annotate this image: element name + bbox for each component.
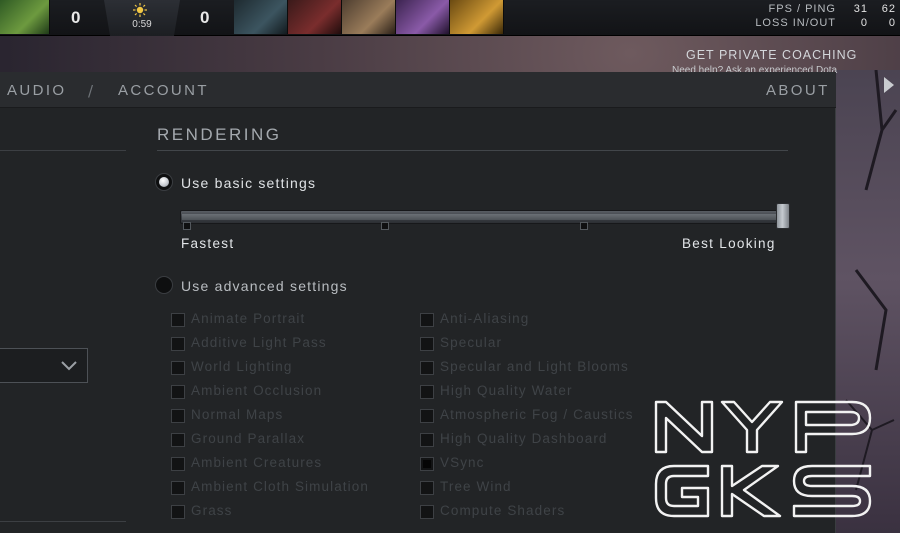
option-checkbox[interactable] xyxy=(171,481,185,495)
option-checkbox[interactable] xyxy=(171,457,185,471)
daytime-sun-icon xyxy=(133,3,147,17)
top-hud: 0 0:59 0 FPS / PING 31 62 LOSS IN/OUT 0 … xyxy=(0,0,900,36)
dire-hero-portrait-4[interactable] xyxy=(396,0,450,34)
option-checkbox[interactable] xyxy=(420,481,434,495)
option-label: Grass xyxy=(191,503,233,518)
option-checkbox[interactable] xyxy=(171,313,185,327)
network-stats: FPS / PING 31 62 LOSS IN/OUT 0 0 xyxy=(740,3,900,33)
tab-account[interactable]: ACCOUNT xyxy=(118,82,209,99)
rendering-section-title: RENDERING xyxy=(157,125,282,144)
option-checkbox[interactable] xyxy=(171,409,185,423)
option-label: Specular xyxy=(440,335,503,350)
option-checkbox[interactable] xyxy=(420,505,434,519)
option-label: Ambient Creatures xyxy=(191,455,323,470)
radiant-score: 0 xyxy=(71,8,81,27)
dire-hero-portrait-5[interactable] xyxy=(450,0,504,34)
dire-hero-portrait-2[interactable] xyxy=(288,0,342,34)
option-checkbox[interactable] xyxy=(420,337,434,351)
tree-branches-decoration xyxy=(845,69,898,491)
tab-about[interactable]: ABOUT xyxy=(766,82,830,99)
game-background-right xyxy=(836,69,900,533)
option-checkbox[interactable] xyxy=(420,313,434,327)
settings-panel: AUDIO / ACCOUNT ABOUT RENDERING Use basi… xyxy=(0,72,836,533)
option-label: Ground Parallax xyxy=(191,431,306,446)
chevron-down-icon xyxy=(61,361,77,371)
advanced-settings-radio[interactable] xyxy=(155,276,173,294)
option-label: Additive Light Pass xyxy=(191,335,327,350)
quality-slider-fill xyxy=(182,214,778,220)
promo-next-arrow-icon[interactable] xyxy=(882,76,896,94)
loss-in-value: 0 xyxy=(860,17,868,29)
option-checkbox[interactable] xyxy=(420,361,434,375)
option-label: High Quality Water xyxy=(440,383,573,398)
option-label: Ambient Occlusion xyxy=(191,383,323,398)
left-column-divider-bottom xyxy=(0,521,126,522)
fps-value: 31 xyxy=(853,3,868,15)
option-label: Specular and Light Blooms xyxy=(440,359,629,374)
option-checkbox[interactable] xyxy=(171,385,185,399)
option-label: Tree Wind xyxy=(440,479,512,494)
option-label: VSync xyxy=(440,455,485,470)
option-checkbox[interactable] xyxy=(171,505,185,519)
option-label: Ambient Cloth Simulation xyxy=(191,479,369,494)
quality-slider-handle[interactable] xyxy=(776,203,790,229)
quality-slider-tick xyxy=(580,222,588,230)
option-label: Compute Shaders xyxy=(440,503,566,518)
coaching-promo-title[interactable]: GET PRIVATE COACHING xyxy=(686,48,857,62)
option-label: Normal Maps xyxy=(191,407,284,422)
rendering-section-rule xyxy=(157,150,788,151)
option-label: World Lighting xyxy=(191,359,293,374)
option-checkbox[interactable] xyxy=(171,337,185,351)
left-column-divider xyxy=(0,150,126,151)
option-checkbox[interactable] xyxy=(420,433,434,447)
game-clock-time: 0:59 xyxy=(132,19,152,30)
quality-slider-tick xyxy=(381,222,389,230)
loss-out-value: 0 xyxy=(888,17,896,29)
option-label: Atmospheric Fog / Caustics xyxy=(440,407,634,422)
vsync-checkbox[interactable] xyxy=(420,457,434,471)
tab-separator: / xyxy=(88,82,94,100)
tab-audio[interactable]: AUDIO xyxy=(7,82,67,99)
option-checkbox[interactable] xyxy=(171,433,185,447)
option-checkbox[interactable] xyxy=(420,409,434,423)
radiant-hero-portrait-1[interactable] xyxy=(0,0,50,34)
loss-label: LOSS IN/OUT xyxy=(755,17,836,29)
advanced-settings-label[interactable]: Use advanced settings xyxy=(181,278,348,294)
settings-tab-bar: AUDIO / ACCOUNT ABOUT xyxy=(0,72,836,108)
option-checkbox[interactable] xyxy=(171,361,185,375)
option-label: Animate Portrait xyxy=(191,311,306,326)
ping-value: 62 xyxy=(881,3,896,15)
option-label: High Quality Dashboard xyxy=(440,431,608,446)
left-column-dropdown[interactable] xyxy=(0,348,88,383)
quality-slider-tick xyxy=(183,222,191,230)
dire-hero-portrait-3[interactable] xyxy=(342,0,396,34)
slider-min-label: Fastest xyxy=(181,236,235,251)
basic-settings-radio[interactable] xyxy=(155,173,173,191)
fps-ping-label: FPS / PING xyxy=(768,3,836,15)
dire-hero-portrait-1[interactable] xyxy=(234,0,288,34)
dire-score: 0 xyxy=(200,8,210,27)
slider-max-label: Best Looking xyxy=(682,236,776,251)
basic-settings-label[interactable]: Use basic settings xyxy=(181,175,316,191)
option-label: Anti-Aliasing xyxy=(440,311,530,326)
option-checkbox[interactable] xyxy=(420,385,434,399)
